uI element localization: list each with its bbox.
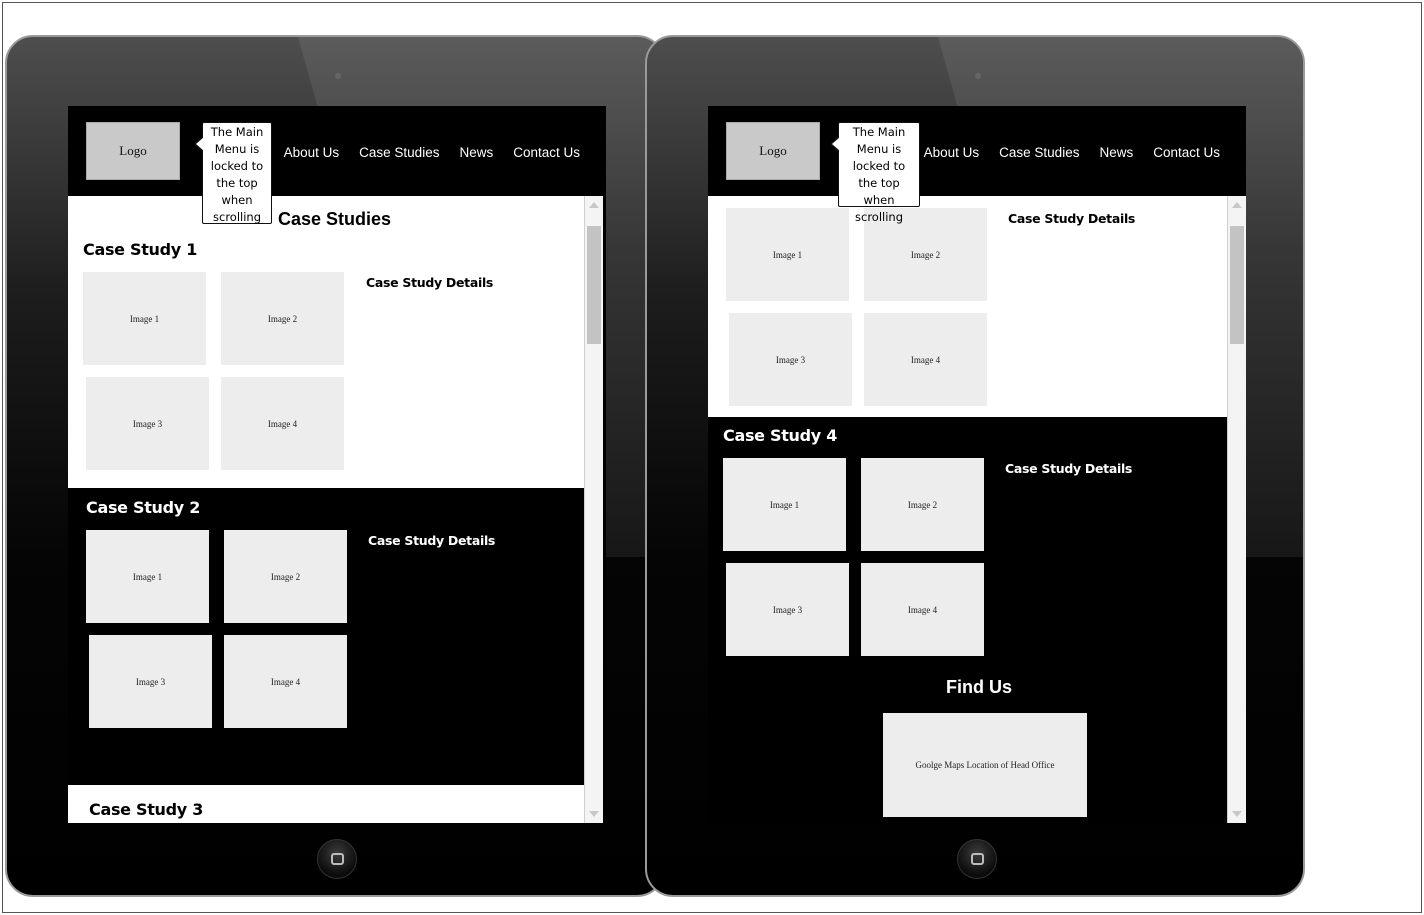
scroll-down-arrow-icon[interactable] <box>589 811 599 817</box>
cs4-image-4: Image 4 <box>861 563 984 656</box>
home-button[interactable] <box>957 839 997 879</box>
page-title: Case Studies <box>278 209 392 229</box>
camera-icon <box>335 73 341 79</box>
page-content: Image 1 Image 2 Image 3 Image 4 Case Stu… <box>708 196 1246 823</box>
cs4-image-2: Image 2 <box>861 458 984 551</box>
camera-icon <box>975 73 981 79</box>
menu-item-news[interactable]: News <box>1099 145 1133 160</box>
annotation-callout: The Main Menu is locked to the top when … <box>194 122 272 224</box>
cs1-image-4: Image 4 <box>221 377 344 470</box>
find-us-title: Find Us <box>946 677 1012 697</box>
home-button[interactable] <box>317 839 357 879</box>
menu-item-case-studies[interactable]: Case Studies <box>359 145 439 160</box>
case-study-3-section: Case Study 3 <box>68 785 584 823</box>
cs4-details: Case Study Details <box>1005 461 1133 476</box>
cs1-image-3: Image 3 <box>86 377 209 470</box>
home-square-icon <box>331 853 344 865</box>
screen-left: Logo About Us Case Studies News Contact … <box>68 106 606 823</box>
cs3-details: Case Study Details <box>1008 211 1136 226</box>
main-menu: About Us Case Studies News Contact Us <box>284 145 580 160</box>
menu-item-contact-us[interactable]: Contact Us <box>1153 145 1220 160</box>
case-study-3-section: Image 1 Image 2 Image 3 Image 4 Case Stu… <box>708 196 1227 417</box>
logo[interactable]: Logo <box>726 122 820 180</box>
cs2-details: Case Study Details <box>368 533 496 548</box>
vertical-scrollbar[interactable] <box>584 196 603 823</box>
main-menu-bar: Logo About Us Case Studies News Contact … <box>68 106 606 196</box>
case-study-3-title: Case Study 3 <box>89 800 204 819</box>
cs1-image-1: Image 1 <box>83 272 206 365</box>
cs3-image-1: Image 1 <box>726 208 849 301</box>
cs2-image-2: Image 2 <box>224 530 347 623</box>
cs2-image-4: Image 4 <box>224 635 347 728</box>
case-study-2-title: Case Study 2 <box>86 498 201 517</box>
cs4-image-1: Image 1 <box>723 458 846 551</box>
case-study-1-title: Case Study 1 <box>83 240 198 259</box>
scroll-up-arrow-icon[interactable] <box>1232 202 1242 208</box>
cs4-image-3: Image 3 <box>726 563 849 656</box>
map-placeholder[interactable]: Goolge Maps Location of Head Office <box>883 713 1087 817</box>
cs1-details: Case Study Details <box>366 275 494 290</box>
case-study-2-section: Case Study 2 Image 1 Image 2 Image 3 Ima… <box>68 488 584 785</box>
cs1-image-2: Image 2 <box>221 272 344 365</box>
screen-right: Logo About Us Case Studies News Contact … <box>708 106 1246 823</box>
cs3-image-3: Image 3 <box>729 313 852 406</box>
cs3-image-4: Image 4 <box>864 313 987 406</box>
menu-item-case-studies[interactable]: Case Studies <box>999 145 1079 160</box>
cs2-image-3: Image 3 <box>89 635 212 728</box>
page-content: Case Studies Case Study 1 Image 1 Image … <box>68 196 606 823</box>
menu-item-about-us[interactable]: About Us <box>284 145 340 160</box>
main-menu: About Us Case Studies News Contact Us <box>924 145 1220 160</box>
vertical-scrollbar[interactable] <box>1227 196 1246 823</box>
menu-item-about-us[interactable]: About Us <box>924 145 980 160</box>
home-square-icon <box>971 853 984 865</box>
case-study-1-section: Case Studies Case Study 1 Image 1 Image … <box>68 196 584 488</box>
menu-item-contact-us[interactable]: Contact Us <box>513 145 580 160</box>
scroll-thumb[interactable] <box>587 226 601 344</box>
scroll-up-arrow-icon[interactable] <box>589 202 599 208</box>
logo[interactable]: Logo <box>86 122 180 180</box>
scroll-thumb[interactable] <box>1230 226 1244 344</box>
case-study-4-section: Case Study 4 Image 1 Image 2 Image 3 Ima… <box>708 417 1227 823</box>
menu-item-news[interactable]: News <box>459 145 493 160</box>
tablet-right: Logo About Us Case Studies News Contact … <box>645 35 1305 897</box>
case-study-4-title: Case Study 4 <box>723 426 838 445</box>
main-menu-bar: Logo About Us Case Studies News Contact … <box>708 106 1246 196</box>
scroll-down-arrow-icon[interactable] <box>1232 811 1242 817</box>
cs2-image-1: Image 1 <box>86 530 209 623</box>
tablet-left: Logo About Us Case Studies News Contact … <box>5 35 665 897</box>
annotation-callout: The Main Menu is locked to the top when … <box>830 122 920 224</box>
